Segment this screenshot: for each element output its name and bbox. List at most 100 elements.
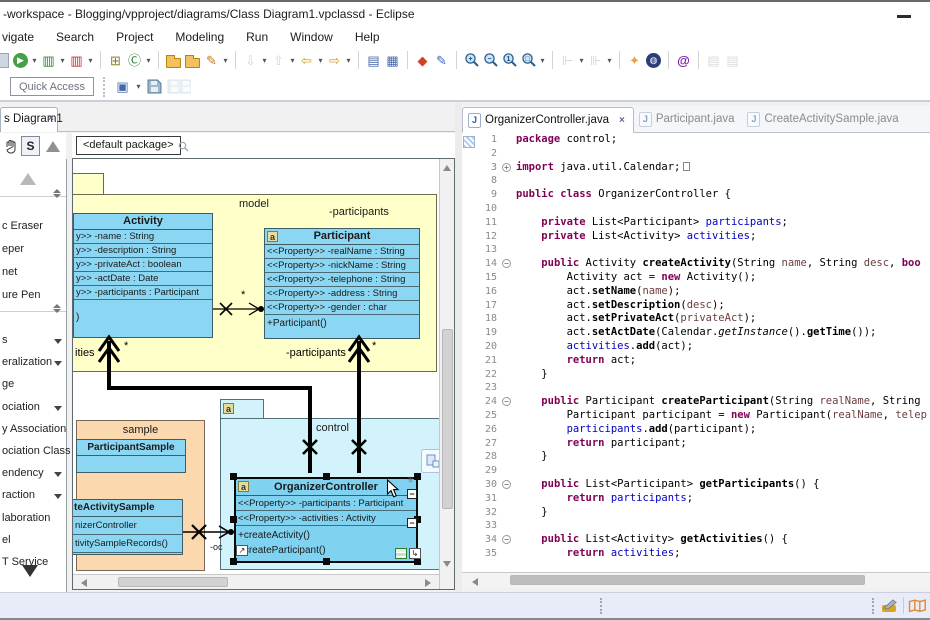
sub-diagram-icon[interactable]: ↳ <box>409 548 421 559</box>
fold-collapse-icon[interactable]: − <box>501 533 514 547</box>
open-folder-icon[interactable] <box>165 52 182 69</box>
web-app-icon-dropdown[interactable]: ▾ <box>145 56 152 65</box>
save-icon[interactable] <box>146 78 163 95</box>
new-wizard-icon[interactable]: ▣ <box>114 78 131 95</box>
resource-catalog-button[interactable] <box>421 449 439 473</box>
chevron-down-icon[interactable] <box>54 406 62 411</box>
chevron-down-icon[interactable] <box>54 339 62 344</box>
marker-icon[interactable]: ◆ <box>414 52 431 69</box>
mention-icon[interactable]: @ <box>675 52 692 69</box>
back-icon-dropdown[interactable]: ▾ <box>317 56 324 65</box>
coverage-icon[interactable]: ▥ <box>40 52 57 69</box>
forward-icon[interactable]: ⇨ <box>326 52 343 69</box>
scroll-left-icon[interactable] <box>472 578 478 586</box>
palette-item-endency[interactable]: endency <box>0 464 66 484</box>
menu-item-window[interactable]: Window <box>279 28 344 46</box>
palette-item-net[interactable]: net <box>0 263 66 283</box>
paint-brush-icon-dropdown[interactable]: ▾ <box>222 56 229 65</box>
collapse-attributes-icon[interactable]: − <box>407 489 417 499</box>
web-app-icon[interactable]: Ⓒ <box>126 52 143 69</box>
scroll-down-icon[interactable] <box>443 561 451 567</box>
editor-tab-participant-java[interactable]: JParticipant.java <box>634 106 743 132</box>
editor-tab-organizercontroller-java[interactable]: JOrganizerController.java× <box>462 107 634 133</box>
new-grid-icon[interactable]: ⊞ <box>107 52 124 69</box>
profile-icon-dropdown[interactable]: ▾ <box>87 56 94 65</box>
skip-breakpoints-icon[interactable]: ⇩ <box>242 52 259 69</box>
scroll-up-icon[interactable] <box>443 165 451 171</box>
back-icon[interactable]: ⇦ <box>298 52 315 69</box>
chevron-down-icon[interactable] <box>54 361 62 366</box>
selection-handle[interactable] <box>230 473 237 480</box>
forward-icon-dropdown[interactable]: ▾ <box>345 56 352 65</box>
canvas-vscrollbar[interactable] <box>439 159 454 589</box>
menu-item-vigate[interactable]: vigate <box>0 28 45 46</box>
form-diagram-icon[interactable]: ▤ <box>365 52 382 69</box>
doc2-icon[interactable]: ▤ <box>724 52 741 69</box>
fold-collapse-icon[interactable]: − <box>501 257 514 271</box>
doc-icon[interactable]: ▤ <box>705 52 722 69</box>
quick-access-box[interactable]: Quick Access <box>10 77 94 96</box>
palette-scroll-up-icon[interactable] <box>20 173 36 185</box>
selection-handle[interactable] <box>414 473 421 480</box>
new-wizard-icon-dropdown[interactable]: ▾ <box>135 82 142 91</box>
palette-item-eper[interactable]: eper <box>0 240 66 260</box>
paint-brush-icon[interactable]: ✎ <box>203 52 220 69</box>
diagram-canvas[interactable]: model -participants Activity y>> -name :… <box>72 158 455 590</box>
palette-item-el[interactable]: el <box>0 531 66 551</box>
palette-item-ociation[interactable]: ociation <box>0 398 66 418</box>
table-view-icon[interactable] <box>395 548 407 559</box>
match-width-icon[interactable]: ⊩ <box>559 52 576 69</box>
match-height-icon[interactable]: ⊪ <box>587 52 604 69</box>
match-width-icon-dropdown[interactable]: ▾ <box>578 56 585 65</box>
selection-handle[interactable] <box>414 558 421 565</box>
pan-hand-icon[interactable] <box>2 138 19 155</box>
close-icon[interactable]: × <box>619 115 625 126</box>
hscroll-thumb[interactable] <box>118 577 228 587</box>
run-icon[interactable]: ▶ <box>13 53 28 68</box>
menu-item-search[interactable]: Search <box>45 28 105 46</box>
canvas-hscrollbar[interactable] <box>73 574 439 589</box>
menu-item-modeling[interactable]: Modeling <box>164 28 235 46</box>
scroll-left-icon[interactable] <box>81 579 87 587</box>
search-icon[interactable] <box>178 141 190 153</box>
editor-hscrollbar[interactable] <box>462 572 930 588</box>
palette-split-handle-icon[interactable] <box>50 189 62 198</box>
fold-expand-icon[interactable]: + <box>501 161 514 175</box>
fold-collapse-icon[interactable]: − <box>501 478 514 492</box>
open-map-icon[interactable] <box>908 599 927 616</box>
code-editor[interactable]: 1package control;23+import java.util.Cal… <box>462 133 930 572</box>
selection-handle[interactable] <box>323 558 330 565</box>
run-icon-dropdown[interactable]: ▾ <box>31 56 38 65</box>
skip-breakpoints-icon-dropdown[interactable]: ▾ <box>261 56 268 65</box>
palette-item-t-service[interactable]: T Service <box>0 553 66 573</box>
pen-hand-icon[interactable] <box>879 598 901 616</box>
menu-item-run[interactable]: Run <box>235 28 279 46</box>
selection-mode-button[interactable]: S <box>21 136 40 156</box>
palette-item-s[interactable]: s <box>0 331 66 351</box>
palette-item-ure-pen[interactable]: ure Pen <box>0 286 66 306</box>
jump-icon[interactable]: ↗ <box>236 545 248 556</box>
zoom-in-icon[interactable]: + <box>463 52 480 69</box>
match-height-icon-dropdown[interactable]: ▾ <box>606 56 613 65</box>
panel-sash[interactable] <box>455 102 462 592</box>
collapse-operations-icon[interactable]: − <box>407 518 417 528</box>
palette-item-ge[interactable]: ge <box>0 375 66 395</box>
close-icon[interactable]: × <box>48 113 54 124</box>
zoom-fit-icon[interactable]: □ <box>520 52 537 69</box>
palette-item-laboration[interactable]: laboration <box>0 509 66 529</box>
selection-handle[interactable] <box>323 473 330 480</box>
fold-collapse-icon[interactable]: − <box>501 395 514 409</box>
coverage-icon-dropdown[interactable]: ▾ <box>59 56 66 65</box>
minimize-button[interactable] <box>897 15 911 18</box>
format-painter-icon[interactable]: ✎ <box>433 52 450 69</box>
chevron-down-icon[interactable] <box>54 494 62 499</box>
save-all-icon[interactable] <box>167 78 191 95</box>
profile-icon[interactable]: ▥ <box>68 52 85 69</box>
tab-class-diagram[interactable]: s Diagram1 × <box>0 107 58 132</box>
zoom-fit-icon-dropdown[interactable]: ▾ <box>539 56 546 65</box>
editor-tab-createactivitysample-java[interactable]: JCreateActivitySample.java <box>742 106 906 132</box>
menu-item-help[interactable]: Help <box>344 28 391 46</box>
menu-item-project[interactable]: Project <box>105 28 164 46</box>
grid-diagram-icon[interactable]: ▦ <box>384 52 401 69</box>
clipped-icon[interactable] <box>0 53 9 68</box>
